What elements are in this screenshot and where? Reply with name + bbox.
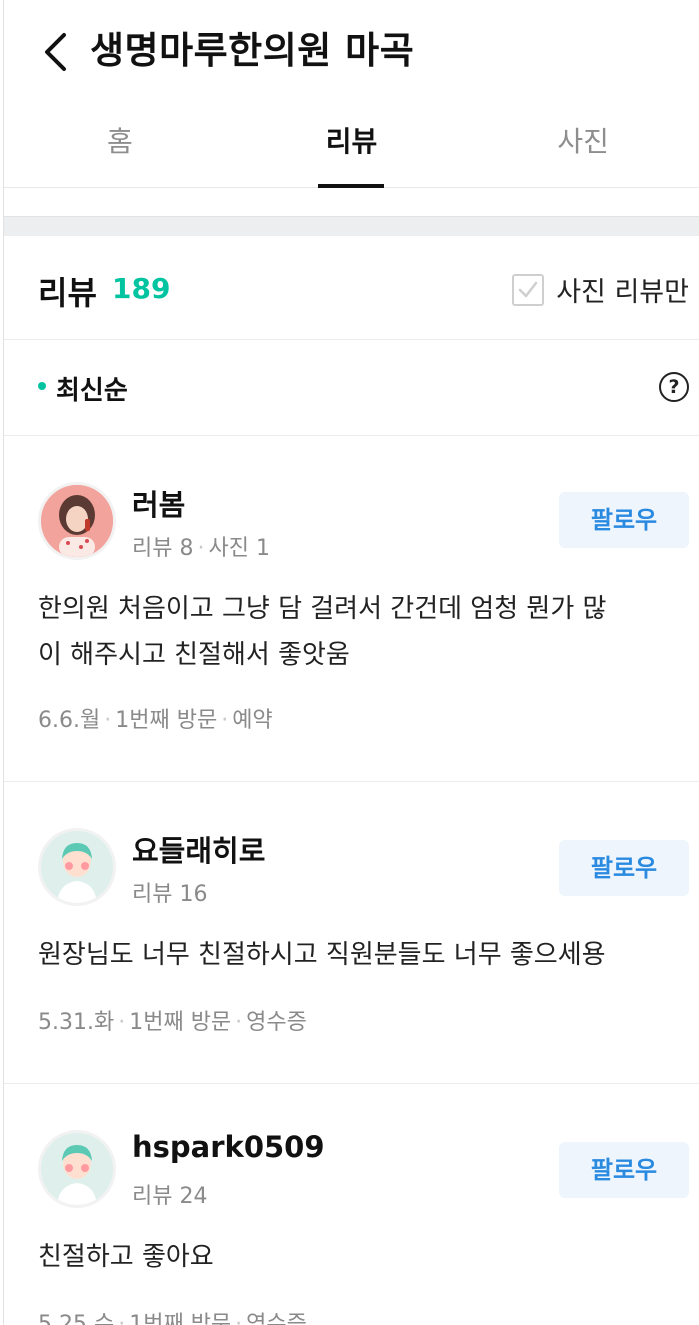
reviewer-name[interactable]: hspark0509 xyxy=(132,1130,325,1164)
reviewer-photo-count: 사진 1 xyxy=(208,536,270,561)
meta-separator: · xyxy=(235,1010,243,1035)
tab-bar: 홈 리뷰 사진 xyxy=(4,112,699,188)
visit-count: 1번째 방문 xyxy=(115,708,218,733)
reviews-count: 189 xyxy=(112,272,171,305)
visit-count: 1번째 방문 xyxy=(129,1010,232,1035)
user-avatar[interactable] xyxy=(38,1130,116,1208)
visit-date: 5.31.화 xyxy=(38,1010,115,1035)
meta-separator: · xyxy=(221,708,229,733)
check-icon xyxy=(518,281,538,297)
photo-only-label: 사진 리뷰만 xyxy=(556,277,689,308)
default-avatar-icon xyxy=(41,831,113,903)
visit-date: 6.6.월 xyxy=(38,708,101,733)
visit-type: 영수증 xyxy=(246,1010,307,1035)
visit-meta: 6.6.월 · 1번째 방문 · 예약 xyxy=(38,702,273,734)
reviews-header: 리뷰 189 사진 리뷰만 xyxy=(4,236,699,340)
chevron-left-icon xyxy=(45,33,66,71)
reviewer-meta: 리뷰 24 xyxy=(132,1178,207,1210)
visit-count: 1번째 방문 xyxy=(129,1312,232,1325)
sort-indicator-dot xyxy=(38,382,46,390)
follow-button[interactable]: 팔로우 xyxy=(559,492,689,548)
help-icon[interactable]: ? xyxy=(659,372,689,402)
review-text-line: 이 해주시고 친절해서 좋앗움 xyxy=(38,640,350,670)
follow-button[interactable]: 팔로우 xyxy=(559,840,689,896)
review-text-line: 한의원 처음이고 그냥 담 걸려서 간건데 엄청 뭔가 많 xyxy=(38,594,607,624)
reviewer-meta: 리뷰 8 · 사진 1 xyxy=(132,530,270,562)
back-button[interactable] xyxy=(34,28,78,76)
review-item: hspark0509 리뷰 24 팔로우 친절하고 좋아요 5.25.수 · 1번째… xyxy=(4,1084,699,1325)
default-avatar-icon xyxy=(41,1133,113,1205)
review-text-line: 친절하고 좋아요 xyxy=(38,1242,214,1272)
review-item: 러봄 리뷰 8 · 사진 1 팔로우 한의원 처음이고 그냥 담 걸려서 간건데 엄… xyxy=(4,436,699,782)
review-text: 원장님도 너무 친절하시고 직원분들도 너무 좋으세용 xyxy=(38,932,688,978)
review-text-line: 원장님도 너무 친절하시고 직원분들도 너무 좋으세용 xyxy=(38,940,606,970)
review-text: 한의원 처음이고 그냥 담 걸려서 간건데 엄청 뭔가 많 이 해주시고 친절해… xyxy=(38,586,688,678)
photo-only-filter[interactable]: 사진 리뷰만 xyxy=(512,270,689,309)
reviews-heading: 리뷰 xyxy=(38,274,97,312)
sort-row: 최신순 ? xyxy=(4,340,699,436)
reviewer-name[interactable]: 요들래히로 xyxy=(132,828,265,870)
meta-separator: · xyxy=(104,708,112,733)
reviewer-meta: 리뷰 16 xyxy=(132,876,207,908)
meta-separator: · xyxy=(118,1312,126,1325)
review-text: 친절하고 좋아요 xyxy=(38,1234,688,1280)
page-title: 생명마루한의원 마곡 xyxy=(90,29,415,72)
reviewer-review-count: 리뷰 24 xyxy=(132,1184,208,1209)
follow-button[interactable]: 팔로우 xyxy=(559,1142,689,1198)
reviewer-name[interactable]: 러봄 xyxy=(132,482,185,524)
user-avatar[interactable] xyxy=(38,828,116,906)
sort-latest-option[interactable]: 최신순 xyxy=(56,370,128,407)
top-header: 생명마루한의원 마곡 홈 리뷰 사진 xyxy=(4,0,699,188)
tab-reviews[interactable]: 리뷰 xyxy=(236,112,468,188)
review-item: 요들래히로 리뷰 16 팔로우 원장님도 너무 친절하시고 직원분들도 너무 좋… xyxy=(4,782,699,1084)
section-divider xyxy=(4,216,699,236)
reviewer-review-count: 리뷰 8 xyxy=(132,536,194,561)
meta-separator: · xyxy=(235,1312,243,1325)
visit-date: 5.25.수 xyxy=(38,1312,115,1325)
meta-separator: · xyxy=(197,536,205,561)
visit-type: 예약 xyxy=(232,708,273,733)
visit-type: 영수증 xyxy=(246,1312,307,1325)
user-avatar[interactable] xyxy=(38,482,116,560)
reviewer-review-count: 리뷰 16 xyxy=(132,882,208,907)
meta-separator: · xyxy=(118,1010,126,1035)
tab-photos[interactable]: 사진 xyxy=(467,112,699,188)
tab-home[interactable]: 홈 xyxy=(4,112,236,188)
photo-only-checkbox[interactable] xyxy=(512,273,545,306)
visit-meta: 5.25.수 · 1번째 방문 · 영수증 xyxy=(38,1306,307,1325)
photo-avatar-icon xyxy=(41,485,113,557)
visit-meta: 5.31.화 · 1번째 방문 · 영수증 xyxy=(38,1004,307,1036)
